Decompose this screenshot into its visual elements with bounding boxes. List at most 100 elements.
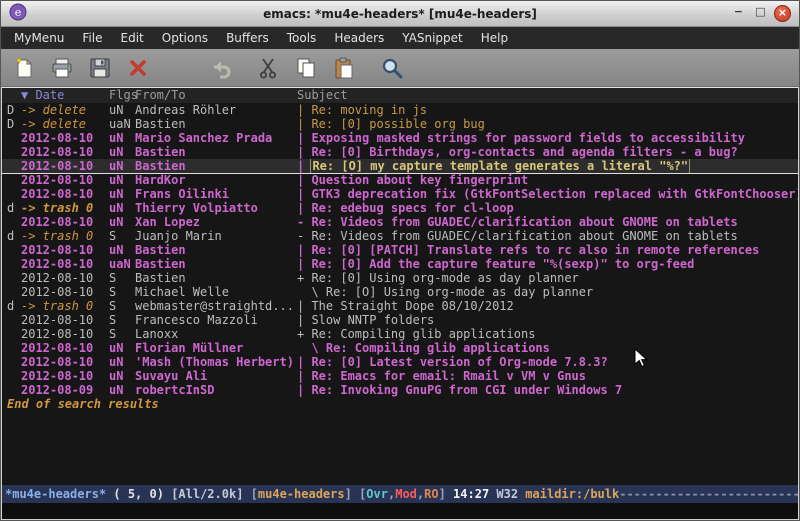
message-flags: uN [109, 383, 135, 397]
modeline-segment-orange: RO [424, 487, 438, 501]
message-subject: Re: [0] Add the capture feature "%(sexp)… [311, 257, 694, 271]
emacs-window: e emacs: *mu4e-headers* [mu4e-headers] −… [0, 0, 800, 521]
message-list: D-> deleteuNAndreas Röhler| Re: moving i… [2, 103, 798, 397]
message-row[interactable]: 2012-08-10uNBastien| Re: [0] Birthdays, … [2, 145, 798, 159]
message-row[interactable]: 2012-08-10SMichael Welle \ Re: [O] Using… [2, 285, 798, 299]
message-sender: webmaster@straightd... [135, 299, 297, 313]
message-subject: Re: Videos from GUADEC/clarification abo… [311, 229, 737, 243]
message-row[interactable]: 2012-08-10uNFlorian Müllner \ Re: Compil… [2, 341, 798, 355]
modeline-segment-light: W32 [489, 487, 525, 501]
date-or-mark: -> trash 0 [21, 201, 109, 215]
message-subject: The Straight Dope 08/10/2012 [311, 299, 513, 313]
message-row[interactable]: d-> trash 0Swebmaster@straightd...| The … [2, 299, 798, 313]
message-row[interactable]: 2012-08-10uNBastien| Re: [0] [PATCH] Tra… [2, 243, 798, 257]
message-row[interactable]: 2012-08-10uNSuvayu Ali| Re: Emacs for em… [2, 369, 798, 383]
end-of-results: End of search results [2, 397, 798, 411]
cut-icon[interactable] [255, 54, 281, 82]
menu-help[interactable]: Help [472, 27, 517, 49]
message-flags: S [109, 327, 135, 341]
menu-file[interactable]: File [73, 27, 111, 49]
column-header-from[interactable]: From/To [135, 88, 297, 102]
menu-tools[interactable]: Tools [278, 27, 326, 49]
date-or-mark: 2012-08-10 [21, 313, 109, 327]
message-row[interactable]: 2012-08-10uN'Mash (Thomas Herbert)| Re: … [2, 355, 798, 369]
date-or-mark: 2012-08-10 [21, 243, 109, 257]
print-icon[interactable] [49, 54, 75, 82]
message-subject: GTK3 deprecation fix (GtkFontSelection r… [311, 187, 798, 201]
copy-icon[interactable] [293, 54, 319, 82]
message-row[interactable]: 2012-08-10SLanoxx+ Re: Compiling glib ap… [2, 327, 798, 341]
message-flags: uN [109, 243, 135, 257]
menu-yasnippet[interactable]: YASnippet [393, 27, 472, 49]
mark-char: d [7, 299, 21, 313]
message-row[interactable]: 2012-08-10SFrancesco Mazzoli| Slow NNTP … [2, 313, 798, 327]
modeline-segment-plain: ( 5, 0) [106, 487, 171, 501]
date-or-mark: -> delete [21, 103, 109, 117]
echo-area [2, 503, 798, 519]
message-row[interactable]: 2012-08-10uNFrans Oilinki| GTK3 deprecat… [2, 187, 798, 201]
menu-buffers[interactable]: Buffers [217, 27, 278, 49]
menu-options[interactable]: Options [153, 27, 217, 49]
message-subject: Re: moving in js [311, 103, 427, 117]
new-file-icon[interactable] [11, 54, 37, 82]
message-sender: Xan Lopez [135, 215, 297, 229]
message-row[interactable]: d-> trash 0uNThierry Volpiatto| Re: edeb… [2, 201, 798, 215]
menu-edit[interactable]: Edit [112, 27, 153, 49]
message-row[interactable]: 2012-08-09uNrobertcInSD| Re: Invoking Gn… [2, 383, 798, 397]
thread-connector: | [297, 257, 311, 271]
message-row[interactable]: D-> deleteuaNBastien| Re: [0] possible o… [2, 117, 798, 131]
date-or-mark: -> trash 0 [21, 299, 109, 313]
message-flags: uaN [109, 117, 135, 131]
thread-connector: + [297, 271, 311, 285]
column-header-date[interactable]: ▼ Date [21, 88, 109, 102]
emacs-app-icon: e [9, 3, 27, 25]
thread-connector: + [297, 327, 311, 341]
minimize-button[interactable]: − [730, 5, 747, 22]
date-or-mark: 2012-08-10 [21, 355, 109, 369]
maximize-button[interactable]: □ [752, 5, 769, 22]
message-row[interactable]: D-> deleteuNAndreas Röhler| Re: moving i… [2, 103, 798, 117]
message-row[interactable]: 2012-08-10SBastien+ Re: [0] Using org-mo… [2, 271, 798, 285]
thread-connector: | [297, 355, 311, 369]
paste-icon[interactable] [331, 54, 357, 82]
column-header-subject[interactable]: Subject [297, 88, 348, 102]
message-flags: uaN [109, 257, 135, 271]
close-window-button[interactable]: × [774, 5, 791, 22]
toolbar [1, 49, 799, 87]
date-or-mark: 2012-08-10 [21, 327, 109, 341]
date-or-mark: 2012-08-10 [21, 271, 109, 285]
menu-bar: MyMenuFileEditOptionsBuffersToolsHeaders… [1, 27, 799, 49]
message-subject: Re: Emacs for email: Rmail v VM v Gnus [311, 369, 586, 383]
message-subject: Re: [O] my capture template generates a … [311, 159, 689, 173]
message-row[interactable]: d-> trash 0SJuanjo Marin- Re: Videos fro… [2, 229, 798, 243]
message-row[interactable]: 2012-08-10uaNBastien| Re: [0] Add the ca… [2, 257, 798, 271]
menu-mymenu[interactable]: MyMenu [5, 27, 73, 49]
message-flags: S [109, 313, 135, 327]
message-flags: S [109, 299, 135, 313]
search-icon[interactable] [379, 54, 405, 82]
message-row[interactable]: 2012-08-10uNHardKor| Question about key … [2, 173, 798, 187]
message-row[interactable]: 2012-08-10uNXan Lopez- Re: Videos from G… [2, 215, 798, 229]
modeline-segment-white: 14:27 [453, 487, 489, 501]
date-or-mark: 2012-08-10 [21, 159, 109, 173]
message-subject: Re: Invoking GnuPG from CGI under Window… [311, 383, 622, 397]
thread-connector: | [297, 173, 311, 187]
message-row[interactable]: 2012-08-10uNMario Sanchez Prada| Exposin… [2, 131, 798, 145]
thread-connector: | [297, 187, 311, 201]
message-row[interactable]: 2012-08-10uNBastien| Re: [O] my capture … [2, 159, 798, 173]
menu-headers[interactable]: Headers [325, 27, 393, 49]
modeline-segment-cyan: Ovr [366, 487, 388, 501]
message-sender: Bastien [135, 257, 297, 271]
date-or-mark: 2012-08-10 [21, 215, 109, 229]
message-sender: Bastien [135, 243, 297, 257]
date-or-mark: 2012-08-09 [21, 383, 109, 397]
undo-icon [207, 54, 233, 82]
svg-text:e: e [15, 6, 22, 19]
column-header-flags[interactable]: Flgs [109, 88, 135, 102]
close-icon[interactable] [125, 54, 151, 82]
message-sender: Frans Oilinki [135, 187, 297, 201]
message-flags: S [109, 271, 135, 285]
thread-connector: | [297, 117, 311, 131]
message-sender: HardKor [135, 173, 297, 187]
save-icon[interactable] [87, 54, 113, 82]
